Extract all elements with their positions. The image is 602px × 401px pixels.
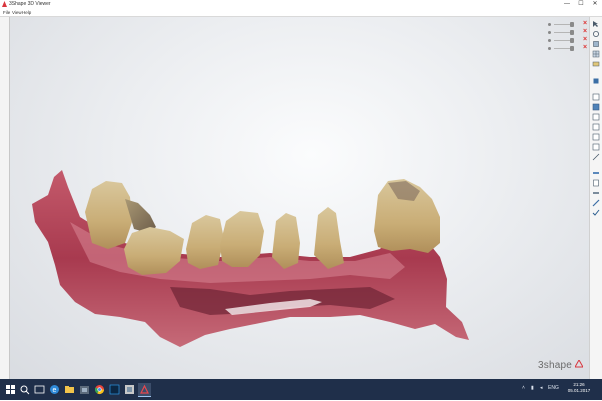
svg-text:e: e (53, 387, 57, 394)
close-icon[interactable]: × (582, 36, 588, 44)
search-icon[interactable] (18, 383, 31, 396)
volume-icon[interactable]: ◂ (540, 385, 543, 391)
layer-control-2[interactable]: × (540, 28, 588, 36)
tooth-3 (186, 215, 224, 269)
check-icon[interactable] (592, 209, 600, 217)
layer-dot (548, 47, 551, 50)
title-bar: 3Shape 3D Viewer — ☐ ✕ (0, 0, 602, 9)
window-title: 3Shape 3D Viewer (9, 1, 51, 7)
view-bottom-icon[interactable] (592, 143, 600, 151)
layer-control-1[interactable]: × (540, 20, 588, 28)
right-toolbar (589, 17, 602, 379)
task-view-icon[interactable] (33, 383, 46, 396)
photoshop-icon[interactable] (108, 383, 121, 396)
layer-control-3[interactable]: × (540, 36, 588, 44)
windows-start-icon[interactable] (4, 383, 17, 396)
layer-control-4[interactable]: × (540, 44, 588, 52)
left-panel-edge (0, 17, 9, 379)
close-icon[interactable]: × (582, 20, 588, 28)
slider-knob[interactable] (570, 30, 574, 35)
measure-icon[interactable] (592, 153, 600, 161)
pointer-icon[interactable] (592, 20, 600, 28)
app-icon (2, 1, 7, 7)
rotate-icon[interactable] (592, 30, 600, 38)
chrome-icon[interactable] (93, 383, 106, 396)
layer-dot (548, 31, 551, 34)
menu-help[interactable]: Help (22, 10, 31, 15)
ruler-icon[interactable] (592, 169, 600, 177)
menu-file[interactable]: File (3, 10, 10, 15)
clock-date: 05.01.2017 (567, 388, 591, 393)
close-icon[interactable]: × (582, 28, 588, 36)
edge-icon[interactable]: e (48, 383, 61, 396)
brand-triangle-icon (574, 358, 584, 368)
network-icon[interactable]: ▮ (531, 385, 534, 391)
close-button[interactable]: ✕ (588, 0, 602, 9)
layer-dot (548, 23, 551, 26)
clock[interactable]: 21:26 05.01.2017 (560, 382, 598, 394)
viewer-app-icon[interactable] (123, 383, 136, 396)
menu-view[interactable]: View (12, 10, 22, 15)
slider-knob[interactable] (570, 22, 574, 27)
taskbar: e ˄ ▮ ◂ ENG 21:26 05.01.2017 (0, 379, 602, 400)
maximize-button[interactable]: ☐ (574, 0, 588, 9)
tray-up-arrow-icon[interactable]: ˄ (522, 385, 525, 391)
slider-knob[interactable] (570, 38, 574, 43)
grid-icon[interactable] (592, 50, 600, 58)
3shape-app-icon[interactable] (138, 383, 151, 397)
view-left-icon[interactable] (592, 113, 600, 121)
brand-text: 3shape (538, 360, 573, 371)
copy-icon[interactable] (592, 77, 600, 85)
brand-logo: 3shape (538, 358, 584, 371)
cube-icon[interactable] (592, 40, 600, 48)
view-front-icon[interactable] (592, 93, 600, 101)
language-indicator[interactable]: ENG (548, 385, 559, 391)
tag-icon[interactable] (592, 179, 600, 187)
minimize-button[interactable]: — (560, 0, 574, 9)
view-top-icon[interactable] (592, 133, 600, 141)
link-icon[interactable] (592, 189, 600, 197)
file-explorer-icon[interactable] (63, 383, 76, 396)
store-icon[interactable] (78, 383, 91, 396)
3d-viewport[interactable] (9, 17, 590, 379)
view-right-icon[interactable] (592, 123, 600, 131)
cut-icon[interactable] (592, 60, 600, 68)
view-back-icon[interactable] (592, 103, 600, 111)
molar-left (85, 181, 132, 249)
tooth-5 (272, 213, 300, 269)
menu-bar: File View Help (0, 9, 602, 17)
slider-knob[interactable] (570, 46, 574, 51)
close-icon[interactable]: × (582, 44, 588, 52)
pen-icon[interactable] (592, 199, 600, 207)
layer-dot (548, 39, 551, 42)
dental-scan-model[interactable] (10, 17, 590, 379)
